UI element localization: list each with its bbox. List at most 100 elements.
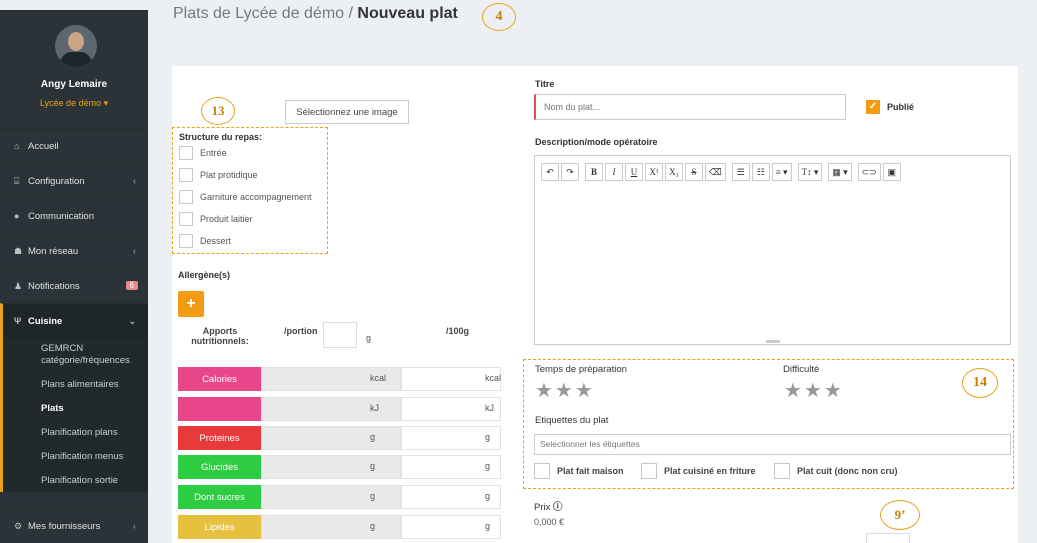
description-editor[interactable]: ↶ ↷ B I U X¹ X₁ S ⌫ ☰ ☷ ≡ ▾ T↕ ▾ ▦ ▾ ⊂⊃ …	[534, 155, 1011, 345]
nutrient-portion-input[interactable]	[261, 426, 401, 450]
sidebar-item-mes-fournisseurs[interactable]: ⚙ Mes fournisseurs ‹	[0, 508, 148, 543]
notification-badge: 6	[125, 281, 138, 290]
option-friture[interactable]: Plat cuisiné en friture	[641, 463, 756, 479]
user-name: Angy Lemaire	[40, 79, 108, 90]
checkbox[interactable]	[179, 168, 193, 182]
italic-button[interactable]: I	[605, 163, 623, 181]
add-allergen-button[interactable]: +	[178, 291, 204, 317]
callout-4: 4	[482, 3, 516, 31]
checkbox[interactable]	[641, 463, 657, 479]
sidebar-item-label: Mon réseau	[28, 245, 79, 257]
nutrient-name: Proteines	[178, 426, 261, 450]
sidebar-item-notifications[interactable]: ♟ Notifications 6	[0, 268, 148, 303]
option-label: Plat cuit (donc non cru)	[797, 466, 898, 476]
sidebar-item-label: Accueil	[28, 140, 59, 152]
structure-option-plat-protidique[interactable]: Plat protidique	[179, 168, 258, 182]
submenu-item-planification-plans[interactable]: Planification plans	[3, 420, 148, 444]
sidebar-nav: ⌂ Accueil ⌸ Configuration ‹ ● Communicat…	[0, 128, 148, 492]
bold-button[interactable]: B	[585, 163, 603, 181]
nutrient-portion-input[interactable]	[261, 515, 401, 539]
submenu-item-planification-menus[interactable]: Planification menus	[3, 444, 148, 468]
title-input[interactable]	[534, 94, 846, 120]
price-input-partial[interactable]	[866, 533, 910, 543]
option-label: Plat fait maison	[557, 466, 624, 476]
subscript-button[interactable]: X₁	[665, 163, 683, 181]
nutrient-portion-input[interactable]	[261, 455, 401, 479]
bullet-list-button[interactable]: ☰	[731, 163, 750, 181]
strikethrough-button[interactable]: S	[685, 163, 703, 181]
nutrient-name: Glucides	[178, 455, 261, 479]
submenu-item-planification-sortie[interactable]: Planification sortie	[3, 468, 148, 492]
nutrient-unit: g	[485, 461, 491, 471]
underline-button[interactable]: U	[625, 163, 643, 181]
editor-resize-handle[interactable]	[766, 340, 780, 343]
nutrient-portion-input[interactable]	[261, 485, 401, 509]
difficulty-star-rating[interactable]: ★★★	[784, 378, 844, 403]
price-label: Prix ⓘ	[534, 499, 563, 513]
difficulty-label: Difficulté	[783, 364, 820, 375]
sidebar-item-label: Communication	[28, 210, 94, 222]
align-dropdown[interactable]: ≡ ▾	[771, 163, 792, 181]
submenu-item-plans-alimentaires[interactable]: Plans alimentaires	[3, 372, 148, 396]
sidebar-item-accueil[interactable]: ⌂ Accueil	[0, 128, 148, 163]
nutrient-unit: kcal	[370, 373, 387, 383]
chat-icon: ●	[14, 211, 20, 221]
text-height-dropdown[interactable]: T↕ ▾	[797, 163, 823, 181]
nutrient-name: Lipides	[178, 515, 261, 539]
sidebar-item-configuration[interactable]: ⌸ Configuration ‹	[0, 163, 148, 198]
clear-format-button[interactable]: ⌫	[705, 163, 726, 181]
option-cuit[interactable]: Plat cuit (donc non cru)	[774, 463, 898, 479]
page-heading: Nouveau plat	[357, 5, 458, 22]
checkbox[interactable]	[534, 463, 550, 479]
meal-structure-group: Structure du repas: Entrée Plat protidiq…	[172, 127, 328, 254]
nutrition-header-100g: /100g	[446, 326, 470, 336]
checkbox[interactable]	[179, 190, 193, 204]
checkbox[interactable]	[179, 212, 193, 226]
structure-option-dessert[interactable]: Dessert	[179, 234, 231, 248]
nutrient-portion-input[interactable]	[261, 397, 401, 421]
sidebar-item-mon-reseau[interactable]: ☗ Mon réseau ‹	[0, 233, 148, 268]
select-image-button[interactable]: Sélectionnez une image	[285, 100, 409, 124]
sidebar-item-communication[interactable]: ● Communication	[0, 198, 148, 233]
nutrient-unit: g	[485, 432, 491, 442]
table-dropdown[interactable]: ▦ ▾	[828, 163, 852, 181]
nutrient-unit: g	[485, 521, 491, 531]
image-button[interactable]: ▣	[882, 163, 901, 181]
title-label: Titre	[535, 79, 555, 89]
redo-button[interactable]: ↷	[561, 163, 579, 181]
sidebar-item-label: Notifications	[28, 280, 80, 292]
superscript-button[interactable]: X¹	[645, 163, 663, 181]
nutrient-unit: g	[370, 521, 376, 531]
submenu-item-gemrcn[interactable]: GEMRCN catégorie/fréquences	[3, 338, 148, 372]
option-fait-maison[interactable]: Plat fait maison	[534, 463, 624, 479]
checkbox[interactable]	[774, 463, 790, 479]
prep-time-star-rating[interactable]: ★★★	[535, 378, 595, 403]
cuisine-submenu: GEMRCN catégorie/fréquences Plans alimen…	[0, 338, 148, 492]
submenu-item-plats[interactable]: Plats	[3, 396, 148, 420]
portion-unit-label: g	[366, 333, 372, 343]
sidebar-item-cuisine[interactable]: Ψ Cuisine ⌄	[0, 303, 148, 338]
chevron-left-icon: ‹	[133, 521, 136, 531]
link-button[interactable]: ⊂⊃	[857, 163, 881, 181]
structure-option-garniture[interactable]: Garniture accompagnement	[179, 190, 312, 204]
structure-option-entree[interactable]: Entrée	[179, 146, 227, 160]
callout-9: 9’	[880, 500, 920, 530]
price-label-text: Prix	[534, 502, 551, 513]
structure-option-produit-laitier[interactable]: Produit laitier	[179, 212, 253, 226]
nutrition-header-apports: Apports nutritionnels:	[191, 326, 249, 346]
tags-select-input[interactable]: Selectionner les étiquettes	[534, 434, 1011, 455]
nutrient-unit: g	[370, 491, 376, 501]
checkbox[interactable]	[179, 146, 193, 160]
description-label: Description/mode opératoire	[535, 137, 658, 147]
callout-13: 13	[201, 97, 235, 125]
avatar[interactable]	[55, 25, 97, 67]
info-icon[interactable]: ⓘ	[553, 502, 563, 513]
school-dropdown[interactable]: Lycée de démo ▾	[0, 98, 148, 109]
published-checkbox[interactable]: ✓	[866, 100, 880, 114]
nutrient-unit: kJ	[485, 403, 494, 413]
nutrient-name	[178, 397, 261, 421]
undo-button[interactable]: ↶	[541, 163, 559, 181]
portion-grams-input[interactable]	[323, 322, 357, 348]
numbered-list-button[interactable]: ☷	[751, 163, 770, 181]
checkbox[interactable]	[179, 234, 193, 248]
